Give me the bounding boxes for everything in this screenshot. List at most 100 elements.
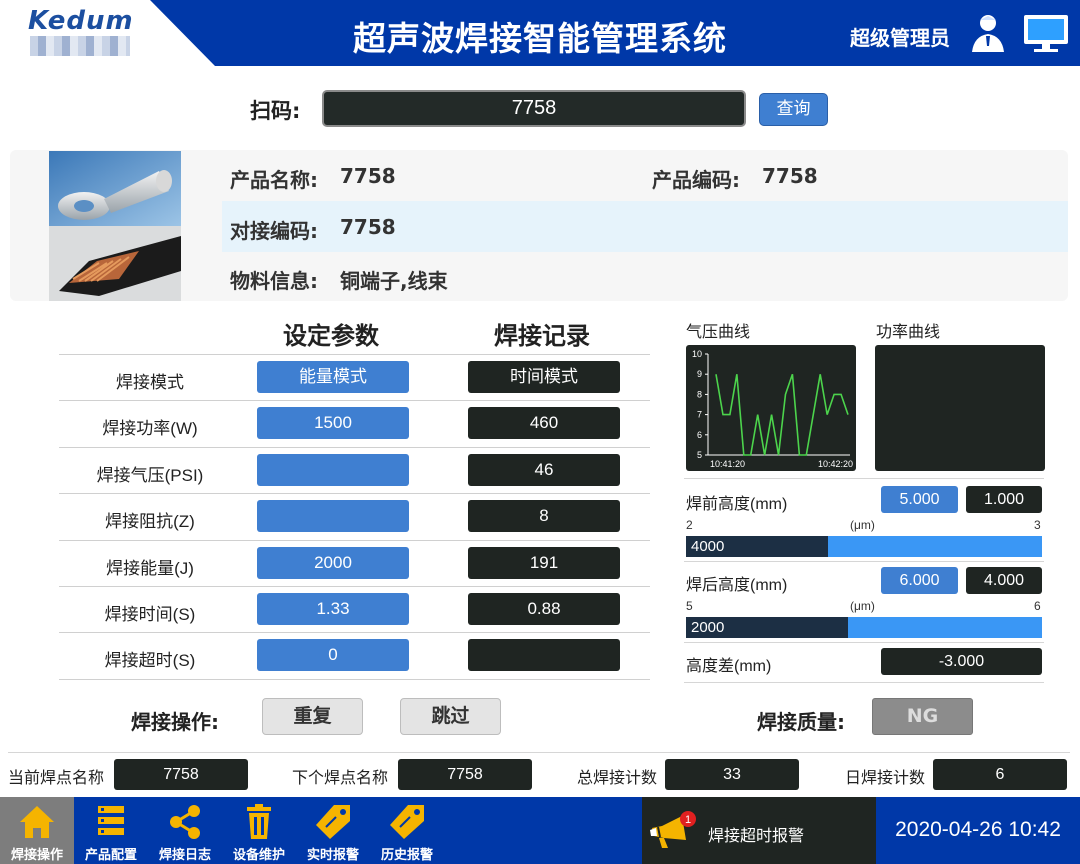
product-image	[49, 151, 181, 301]
param-record-value: 460	[468, 407, 620, 440]
nav-item-product-config[interactable]: 产品配置	[74, 797, 148, 864]
datetime: 2020-04-26 10:42	[895, 818, 1061, 841]
param-record-value: 46	[468, 453, 620, 486]
table-divider	[59, 446, 650, 448]
param-set-value[interactable]	[257, 453, 409, 486]
divider	[684, 642, 1044, 643]
share-icon	[170, 805, 200, 839]
x-tick-label: 10:41:20	[710, 459, 745, 469]
list-icon	[98, 806, 124, 835]
y-tick-label: 9	[697, 369, 702, 379]
set-params-title: 设定参数	[283, 322, 379, 350]
product-code-value: 7758	[762, 164, 818, 188]
alarm-text: 焊接超时报警	[708, 826, 805, 845]
before-height-actual: 1.000	[966, 486, 1042, 513]
home-icon	[20, 806, 54, 838]
nav-label: 实时报警	[306, 848, 359, 863]
x-tick-label: 10:42:20	[818, 459, 853, 469]
y-tick-label: 6	[697, 430, 702, 440]
table-divider	[59, 354, 650, 355]
butt-code-label: 对接编码:	[230, 219, 318, 243]
scan-input[interactable]: 7758	[322, 90, 746, 127]
nav-label: 产品配置	[84, 848, 137, 863]
divider	[8, 752, 1070, 753]
product-name-label: 产品名称:	[230, 168, 318, 192]
param-record-value: 时间模式	[468, 361, 620, 393]
before-height-bar: 4000	[686, 536, 1042, 557]
megaphone-icon: 1	[650, 811, 696, 848]
product-name-value: 7758	[340, 164, 396, 188]
weld-quality-label: 焊接质量:	[757, 710, 845, 734]
trash-icon	[247, 804, 271, 839]
table-divider	[59, 678, 650, 680]
before-height-bar-fill: 4000	[686, 536, 829, 557]
pressure-chart-label: 气压曲线	[686, 322, 751, 341]
nav-label: 焊接日志	[158, 848, 211, 863]
chart-axes	[707, 354, 850, 456]
pressure-chart: 5 6 7 8 9 10 10:41:20 10:42:20	[686, 345, 856, 471]
monitor-icon[interactable]	[1022, 12, 1070, 54]
param-label: 焊接阻抗(Z)	[105, 512, 195, 532]
weld-record-title: 焊接记录	[494, 322, 590, 350]
param-set-value[interactable]: 2000	[257, 546, 409, 579]
height-diff-label: 高度差(mm)	[686, 658, 772, 675]
daily-count-value: 6	[933, 759, 1067, 790]
divider	[684, 561, 1044, 562]
weld-quality-badge: NG	[872, 698, 973, 735]
after-height-set: 6.000	[881, 567, 958, 594]
param-set-value[interactable]	[257, 500, 409, 533]
next-point-value: 7758	[398, 759, 532, 790]
power-chart	[875, 345, 1045, 471]
product-row-butt-code: 对接编码: 7758	[222, 201, 1068, 252]
y-tick-label: 5	[697, 450, 702, 460]
nav-label: 焊接操作	[10, 848, 63, 863]
after-height-label: 焊后高度(mm)	[686, 577, 788, 594]
nav-item-weld-operation[interactable]: 焊接操作	[0, 797, 74, 864]
user-icon[interactable]	[968, 12, 1008, 54]
daily-count-label: 日焊接计数	[845, 768, 926, 787]
nav-item-maintenance[interactable]: 设备维护	[222, 797, 296, 864]
nav-label: 设备维护	[232, 848, 285, 863]
after-scale-unit: (μm)	[850, 599, 875, 613]
table-divider	[59, 586, 650, 587]
param-set-value[interactable]: 1500	[257, 407, 409, 440]
divider	[684, 682, 1044, 683]
height-diff-value: -3.000	[881, 648, 1042, 675]
y-tick-label: 8	[697, 389, 702, 399]
tag-icon	[316, 805, 350, 839]
skip-button[interactable]: 跳过	[400, 698, 501, 735]
nav-item-history-alarm[interactable]: 历史报警	[370, 797, 444, 864]
app-title: 超声波焊接智能管理系统	[353, 19, 727, 58]
table-divider	[59, 400, 650, 402]
after-height-bar: 2000	[686, 617, 1042, 638]
param-label: 焊接模式	[116, 373, 184, 392]
logo-subtext-blurred	[30, 36, 130, 56]
param-set-value[interactable]: 0	[257, 639, 409, 672]
before-scale-min: 2	[686, 518, 693, 532]
current-point-value: 7758	[114, 759, 248, 790]
param-set-value[interactable]: 1.33	[257, 593, 409, 625]
after-height-bar-fill: 2000	[686, 617, 848, 638]
material-value: 铜端子,线束	[340, 269, 448, 293]
pressure-chart-svg: 5 6 7 8 9 10 10:41:20 10:42:20	[692, 349, 853, 469]
param-label: 焊接功率(W)	[102, 419, 198, 439]
user-role: 超级管理员	[850, 26, 950, 50]
nav-item-weld-log[interactable]: 焊接日志	[148, 797, 222, 864]
before-scale-unit: (μm)	[850, 518, 875, 532]
param-record-value: 0.88	[468, 593, 620, 625]
logo-text: Kedum	[28, 6, 134, 36]
divider	[684, 478, 1044, 479]
after-scale-min: 5	[686, 599, 693, 613]
y-tick-label: 7	[697, 410, 702, 420]
product-code-label: 产品编码:	[652, 168, 740, 192]
param-label: 焊接能量(J)	[106, 558, 194, 578]
material-label: 物料信息:	[230, 269, 318, 293]
table-divider	[59, 493, 650, 495]
repeat-button[interactable]: 重复	[262, 698, 363, 735]
query-button[interactable]: 查询	[759, 93, 828, 126]
power-chart-label: 功率曲线	[876, 322, 941, 341]
before-height-set: 5.000	[881, 486, 958, 513]
param-set-value[interactable]: 能量模式	[257, 361, 409, 393]
nav-item-realtime-alarm[interactable]: 实时报警	[296, 797, 370, 864]
after-scale-max: 6	[1034, 599, 1041, 613]
